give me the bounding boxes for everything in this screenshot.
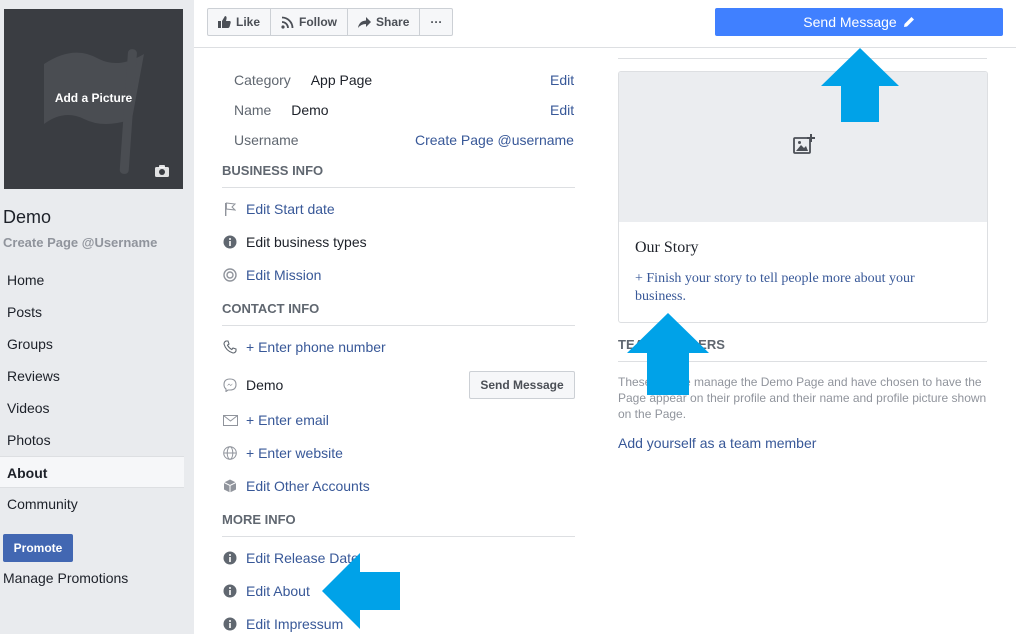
share-arrow-icon <box>358 16 372 28</box>
manage-promotions-link[interactable]: Manage Promotions <box>3 570 128 586</box>
business-info-heading: BUSINESS INFO <box>222 163 575 188</box>
business-types-text: Edit business types <box>246 234 367 250</box>
page-action-bar: Like Follow Share ··· Send Message <box>194 0 1016 48</box>
story-image-placeholder[interactable] <box>619 72 987 222</box>
profile-picture-placeholder[interactable]: Add a Picture <box>4 9 183 189</box>
share-button[interactable]: Share <box>348 9 421 35</box>
info-icon <box>222 234 238 250</box>
contact-send-message-button[interactable]: Send Message <box>469 371 575 399</box>
target-icon <box>222 267 238 283</box>
finish-story-link[interactable]: + Finish your story to tell people more … <box>635 270 965 306</box>
start-date-item[interactable]: Edit Start date <box>222 201 335 217</box>
follow-label: Follow <box>299 15 338 29</box>
info-icon <box>222 616 238 632</box>
globe-icon <box>222 445 238 461</box>
page-nav: Home Posts Groups Reviews Videos Photos … <box>0 264 184 520</box>
envelope-icon <box>222 412 238 428</box>
phone-icon <box>222 339 238 355</box>
annotation-arrow-left-icon <box>322 553 400 629</box>
like-label: Like <box>236 15 261 29</box>
send-message-label: Send Message <box>803 14 897 30</box>
messenger-item: Demo <box>222 377 283 393</box>
pencil-icon <box>903 17 914 27</box>
category-row: Category App Page <box>234 72 372 88</box>
like-button[interactable]: Like <box>208 9 272 35</box>
nav-item-photos[interactable]: Photos <box>0 424 184 456</box>
username-row: Username <box>234 132 299 148</box>
rss-icon <box>281 16 294 29</box>
start-date-link: Edit Start date <box>246 201 335 217</box>
edit-category-link[interactable]: Edit <box>550 72 574 88</box>
edit-about-item[interactable]: Edit About <box>222 583 310 599</box>
right-column-divider <box>618 58 987 59</box>
page-actions-group: Like Follow Share ··· <box>207 8 454 36</box>
nav-item-videos[interactable]: Videos <box>0 392 184 424</box>
camera-icon[interactable] <box>155 165 169 177</box>
share-label: Share <box>376 15 410 29</box>
email-item[interactable]: + Enter email <box>222 412 329 428</box>
nav-item-posts[interactable]: Posts <box>0 296 184 328</box>
mission-link: Edit Mission <box>246 267 322 283</box>
edit-about-link: Edit About <box>246 583 310 599</box>
contact-info-heading: CONTACT INFO <box>222 301 575 326</box>
nav-item-groups[interactable]: Groups <box>0 328 184 360</box>
send-message-button[interactable]: Send Message <box>715 8 1003 36</box>
nav-item-reviews[interactable]: Reviews <box>0 360 184 392</box>
more-dots-icon: ··· <box>430 15 443 29</box>
category-label: Category <box>234 72 291 88</box>
mission-item[interactable]: Edit Mission <box>222 267 321 283</box>
add-team-member-link[interactable]: Add yourself as a team member <box>618 435 816 451</box>
create-username-link[interactable]: Create Page @username <box>415 132 574 148</box>
nav-item-home[interactable]: Home <box>0 264 184 296</box>
info-icon <box>222 550 238 566</box>
annotation-arrow-up-icon <box>627 313 709 395</box>
category-value: App Page <box>310 72 373 88</box>
more-info-heading: MORE INFO <box>222 512 575 537</box>
business-types-item[interactable]: Edit business types <box>222 234 367 250</box>
name-row: Name Demo <box>234 102 329 118</box>
annotation-arrow-up-icon <box>821 48 899 122</box>
add-photo-icon <box>793 134 815 154</box>
story-title: Our Story <box>635 239 699 256</box>
page-username-link[interactable]: Create Page @Username <box>3 235 157 250</box>
add-picture-label: Add a Picture <box>54 91 133 105</box>
nav-item-about[interactable]: About <box>0 456 184 488</box>
page-name[interactable]: Demo <box>3 207 51 228</box>
phone-link: + Enter phone number <box>246 339 386 355</box>
phone-item[interactable]: + Enter phone number <box>222 339 386 355</box>
name-label: Name <box>234 102 272 118</box>
messenger-icon <box>222 377 238 393</box>
follow-button[interactable]: Follow <box>271 9 349 35</box>
info-icon <box>222 583 238 599</box>
name-value: Demo <box>291 102 329 118</box>
flag-icon <box>222 201 238 217</box>
promote-button[interactable]: Promote <box>3 534 73 562</box>
edit-name-link[interactable]: Edit <box>550 102 574 118</box>
our-story-card[interactable]: Our Story + Finish your story to tell pe… <box>618 71 988 323</box>
more-options-button[interactable]: ··· <box>420 9 452 35</box>
email-link: + Enter email <box>246 412 329 428</box>
messenger-name: Demo <box>246 377 284 393</box>
website-item[interactable]: + Enter website <box>222 445 343 461</box>
other-accounts-link: Edit Other Accounts <box>246 478 370 494</box>
other-accounts-item[interactable]: Edit Other Accounts <box>222 478 370 494</box>
thumbs-up-icon <box>218 16 231 28</box>
nav-item-community[interactable]: Community <box>0 488 184 520</box>
website-link: + Enter website <box>246 445 343 461</box>
left-sidebar: Add a Picture Demo Create Page @Username… <box>0 0 194 634</box>
cube-icon <box>222 478 238 494</box>
username-label: Username <box>234 132 299 148</box>
